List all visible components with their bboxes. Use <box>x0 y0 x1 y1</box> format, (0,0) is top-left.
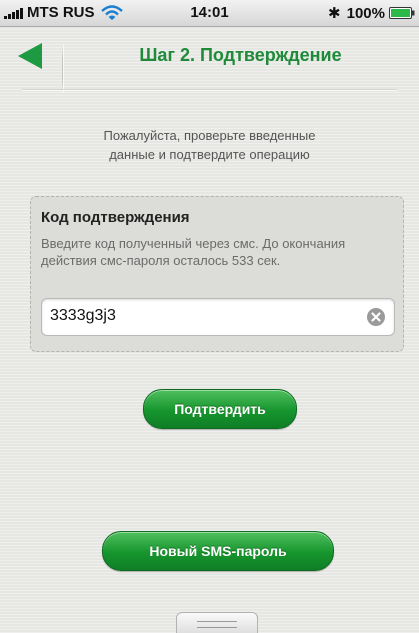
instructions-text: Пожалуйста, проверьте введенные данные и… <box>20 126 399 164</box>
sms-code-value: 3333g3j3 <box>50 307 116 324</box>
code-panel-title: Код подтверждения <box>41 209 190 226</box>
confirm-button[interactable]: Подтвердить <box>143 389 297 429</box>
handle-grip-icon <box>197 621 237 628</box>
confirmation-code-panel: Код подтверждения Введите код полученный… <box>30 196 404 352</box>
bottom-drawer-handle[interactable] <box>176 612 258 633</box>
instructions-line-2: данные и подтвердите операцию <box>109 147 310 162</box>
nav-bar: Шаг 2. Подтверждение <box>0 27 419 114</box>
status-bar: MTS RUS 14:01 ✱ 100% <box>0 0 419 27</box>
battery-icon <box>389 7 415 19</box>
back-button[interactable] <box>14 41 48 71</box>
status-right: ✱ 100% <box>328 4 415 22</box>
clear-input-icon[interactable] <box>366 307 386 327</box>
new-sms-password-button[interactable]: Новый SMS-пароль <box>102 531 334 571</box>
back-arrow-icon <box>18 43 42 69</box>
battery-percent: 100% <box>346 4 385 22</box>
bluetooth-icon: ✱ <box>328 5 341 22</box>
page-title: Шаг 2. Подтверждение <box>139 45 342 65</box>
instructions-line-1: Пожалуйста, проверьте введенные <box>103 128 316 143</box>
sms-code-input[interactable]: 3333g3j3 <box>41 298 395 336</box>
code-panel-description: Введите код полученный через смс. До око… <box>41 236 346 268</box>
title-divider <box>22 89 397 90</box>
